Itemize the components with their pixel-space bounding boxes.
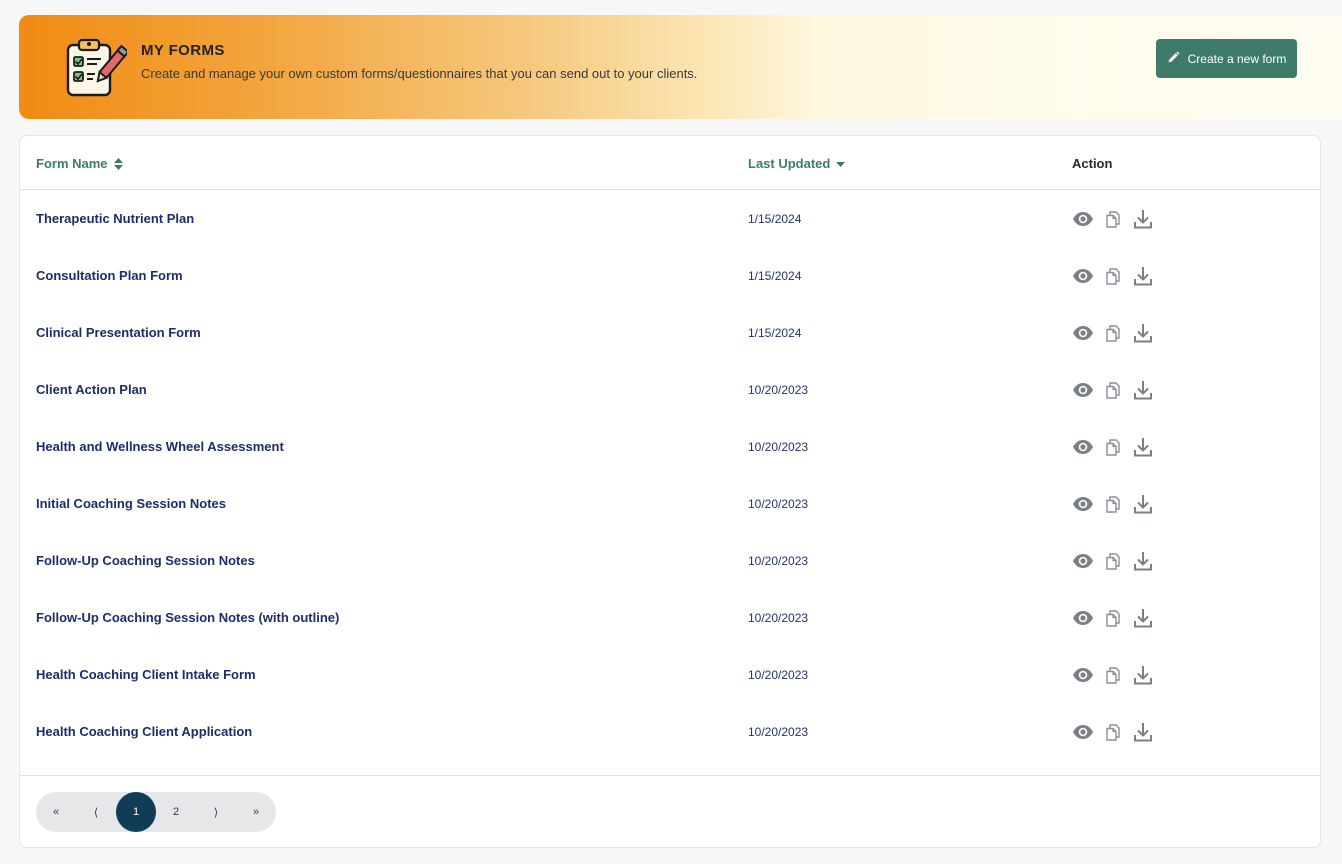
form-name-link[interactable]: Health Coaching Client Application xyxy=(36,724,252,739)
view-icon[interactable] xyxy=(1072,550,1094,572)
last-updated-date: 10/20/2023 xyxy=(748,668,809,682)
view-icon[interactable] xyxy=(1072,208,1094,230)
pagination-page-1[interactable]: 1 xyxy=(116,792,156,832)
table-row: Clinical Presentation Form 1/15/2024 xyxy=(20,304,1320,361)
copy-icon[interactable] xyxy=(1102,493,1124,515)
download-icon[interactable] xyxy=(1132,607,1154,629)
table-row: Health and Wellness Wheel Assessment 10/2… xyxy=(20,418,1320,475)
row-actions xyxy=(1072,664,1154,686)
table-row: Therapeutic Nutrient Plan 1/15/2024 xyxy=(20,190,1320,247)
clipboard-checklist-icon xyxy=(65,37,130,99)
copy-icon[interactable] xyxy=(1102,607,1124,629)
pagination: « ⟨ 1 2 ⟩ » xyxy=(36,792,276,832)
last-updated-date: 10/20/2023 xyxy=(748,497,809,511)
row-actions xyxy=(1072,265,1154,287)
page-header-banner: MY FORMS Create and manage your own cust… xyxy=(19,15,1342,119)
pagination-page-2[interactable]: 2 xyxy=(156,792,196,832)
copy-icon[interactable] xyxy=(1102,436,1124,458)
table-row: Follow-Up Coaching Session Notes (with o… xyxy=(20,589,1320,646)
last-updated-date: 10/20/2023 xyxy=(748,383,809,397)
download-icon[interactable] xyxy=(1132,265,1154,287)
table-row: Follow-Up Coaching Session Notes 10/20/20… xyxy=(20,532,1320,589)
last-updated-date: 1/15/2024 xyxy=(748,269,802,283)
pagination-next-button[interactable]: ⟩ xyxy=(196,792,236,832)
row-actions xyxy=(1072,436,1154,458)
pagination-last-button[interactable]: » xyxy=(236,792,276,832)
pagination-first-button[interactable]: « xyxy=(36,792,76,832)
view-icon[interactable] xyxy=(1072,265,1094,287)
last-updated-date: 10/20/2023 xyxy=(748,725,809,739)
create-form-button-label: Create a new form xyxy=(1187,51,1287,66)
download-icon[interactable] xyxy=(1132,664,1154,686)
sort-desc-icon xyxy=(836,160,846,168)
page-title: MY FORMS xyxy=(141,42,225,59)
copy-icon[interactable] xyxy=(1102,664,1124,686)
view-icon[interactable] xyxy=(1072,379,1094,401)
download-icon[interactable] xyxy=(1132,550,1154,572)
table-row: Client Action Plan 10/20/2023 xyxy=(20,361,1320,418)
download-icon[interactable] xyxy=(1132,721,1154,743)
view-icon[interactable] xyxy=(1072,607,1094,629)
form-name-link[interactable]: Client Action Plan xyxy=(36,382,147,397)
copy-icon[interactable] xyxy=(1102,721,1124,743)
row-actions xyxy=(1072,721,1154,743)
table-row: Health Coaching Client Application 10/20/… xyxy=(20,703,1320,760)
view-icon[interactable] xyxy=(1072,721,1094,743)
table-row: Consultation Plan Form 1/15/2024 xyxy=(20,247,1320,304)
view-icon[interactable] xyxy=(1072,493,1094,515)
row-actions xyxy=(1072,322,1154,344)
form-name-link[interactable]: Initial Coaching Session Notes xyxy=(36,496,226,511)
create-form-button[interactable]: Create a new form xyxy=(1156,39,1297,78)
download-icon[interactable] xyxy=(1132,436,1154,458)
row-actions xyxy=(1072,607,1154,629)
column-header-action-label: Action xyxy=(1072,156,1113,171)
pencil-icon xyxy=(1167,50,1180,67)
download-icon[interactable] xyxy=(1132,208,1154,230)
form-name-link[interactable]: Consultation Plan Form xyxy=(36,268,183,283)
download-icon[interactable] xyxy=(1132,493,1154,515)
row-actions xyxy=(1072,379,1154,401)
forms-table-card: Form Name Last Updated Action Therapeuti… xyxy=(19,135,1321,848)
table-row: Health Coaching Client Intake Form 10/20/… xyxy=(20,646,1320,703)
download-icon[interactable] xyxy=(1132,322,1154,344)
last-updated-date: 1/15/2024 xyxy=(748,326,802,340)
copy-icon[interactable] xyxy=(1102,322,1124,344)
copy-icon[interactable] xyxy=(1102,208,1124,230)
table-footer: « ⟨ 1 2 ⟩ » xyxy=(20,775,1320,832)
column-header-action: Action xyxy=(1072,156,1112,171)
column-header-last-updated[interactable]: Last Updated xyxy=(748,156,846,171)
form-name-link[interactable]: Health and Wellness Wheel Assessment xyxy=(36,439,284,454)
form-name-link[interactable]: Therapeutic Nutrient Plan xyxy=(36,211,194,226)
last-updated-date: 10/20/2023 xyxy=(748,554,809,568)
row-actions xyxy=(1072,208,1154,230)
last-updated-date: 1/15/2024 xyxy=(748,212,802,226)
column-header-form-name-label: Form Name xyxy=(36,156,108,171)
view-icon[interactable] xyxy=(1072,664,1094,686)
view-icon[interactable] xyxy=(1072,322,1094,344)
copy-icon[interactable] xyxy=(1102,379,1124,401)
last-updated-date: 10/20/2023 xyxy=(748,440,809,454)
column-header-last-updated-label: Last Updated xyxy=(748,156,831,171)
last-updated-date: 10/20/2023 xyxy=(748,611,809,625)
form-name-link[interactable]: Clinical Presentation Form xyxy=(36,325,201,340)
page-subtitle: Create and manage your own custom forms/… xyxy=(141,66,698,81)
form-name-link[interactable]: Follow-Up Coaching Session Notes (with o… xyxy=(36,610,339,625)
row-actions xyxy=(1072,493,1154,515)
copy-icon[interactable] xyxy=(1102,265,1124,287)
table-row: Initial Coaching Session Notes 10/20/2023 xyxy=(20,475,1320,532)
pagination-prev-button[interactable]: ⟨ xyxy=(76,792,116,832)
view-icon[interactable] xyxy=(1072,436,1094,458)
table-header: Form Name Last Updated Action xyxy=(20,136,1320,190)
column-header-form-name[interactable]: Form Name xyxy=(36,156,123,171)
row-actions xyxy=(1072,550,1154,572)
download-icon[interactable] xyxy=(1132,379,1154,401)
form-name-link[interactable]: Health Coaching Client Intake Form xyxy=(36,667,256,682)
form-name-link[interactable]: Follow-Up Coaching Session Notes xyxy=(36,553,255,568)
sort-both-icon xyxy=(113,157,123,170)
copy-icon[interactable] xyxy=(1102,550,1124,572)
